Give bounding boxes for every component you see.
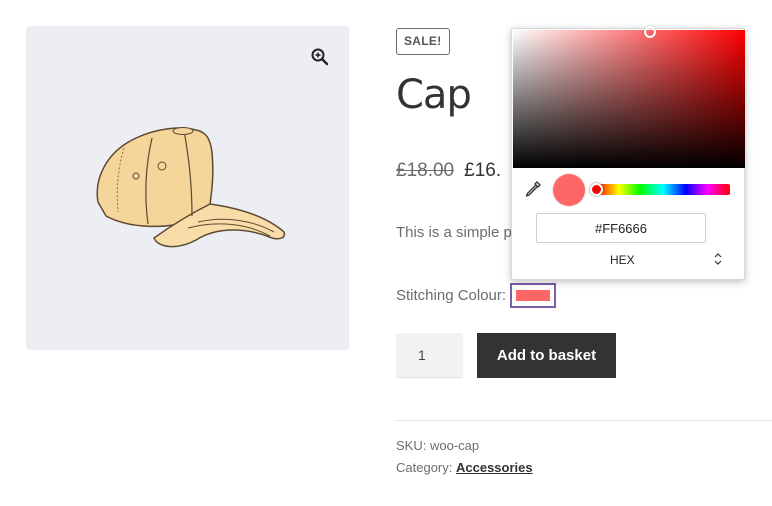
stitching-colour-swatch-button[interactable] [510, 283, 556, 308]
add-to-basket-button[interactable]: Add to basket [477, 333, 616, 378]
short-description: This is a simple pr [396, 224, 517, 241]
stitching-colour-label: Stitching Colour: [396, 287, 507, 304]
hex-value-input[interactable] [536, 213, 706, 243]
cap-product-image[interactable] [88, 124, 288, 254]
meta-divider [396, 420, 772, 421]
category-prefix: Category: [396, 460, 456, 475]
product-title: Cap [396, 72, 472, 118]
color-preview-circle [553, 174, 585, 206]
original-price: £18.00 [396, 160, 455, 181]
product-sku: SKU: woo-cap [396, 438, 480, 453]
sale-badge: SALE! [396, 28, 450, 55]
saturation-value-area[interactable] [513, 26, 745, 168]
category-link-accessories[interactable]: Accessories [456, 460, 533, 475]
product-category: Category: Accessories [396, 460, 533, 475]
product-gallery [26, 26, 349, 350]
color-format-label: HEX [610, 253, 635, 267]
eyedropper-icon[interactable] [524, 180, 542, 198]
chevron-updown-icon [714, 253, 722, 265]
color-format-select[interactable]: HEX [536, 251, 722, 271]
product-price: £18.00 £16. [396, 160, 501, 182]
color-picker-popover: HEX [511, 26, 745, 280]
hue-slider-handle[interactable] [590, 183, 603, 196]
quantity-input[interactable] [396, 333, 463, 378]
hue-slider[interactable] [590, 183, 730, 196]
zoom-magnifier-icon[interactable] [310, 47, 330, 67]
saturation-handle[interactable] [644, 26, 656, 38]
swatch-color-fill [516, 290, 550, 301]
sale-price: £16. [464, 160, 502, 181]
